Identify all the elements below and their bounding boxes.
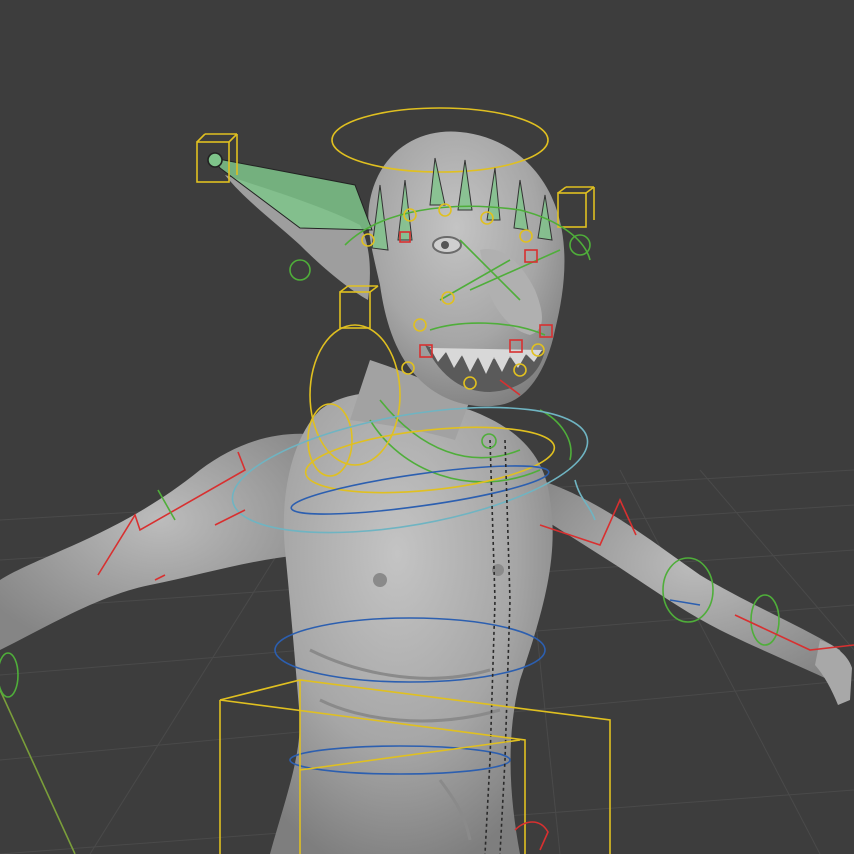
pupil	[441, 241, 449, 249]
nipple-left	[373, 573, 387, 587]
3d-viewport[interactable]	[0, 0, 854, 854]
ear-bone-head[interactable]	[207, 152, 223, 168]
